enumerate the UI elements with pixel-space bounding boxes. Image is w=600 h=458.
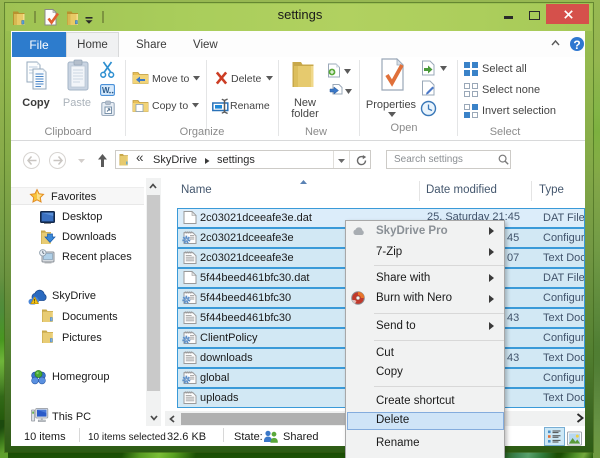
svg-text:!: ! bbox=[34, 299, 36, 305]
svg-text:W: W bbox=[102, 86, 110, 95]
